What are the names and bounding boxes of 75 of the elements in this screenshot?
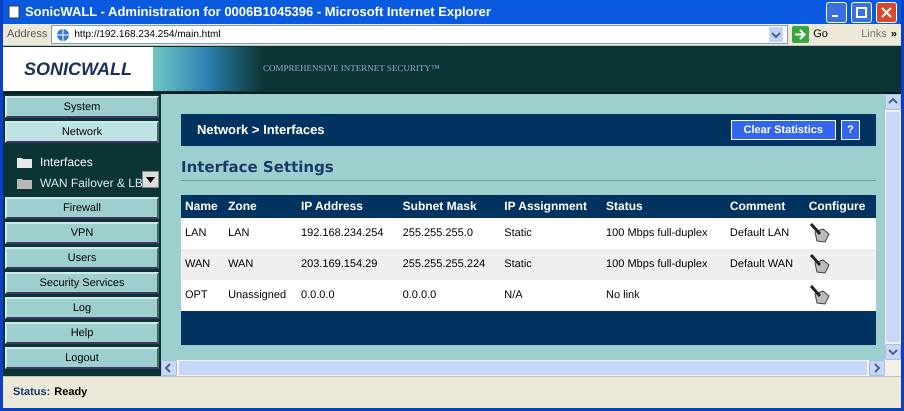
table-cell: N/A <box>500 280 602 310</box>
column-header: Zone <box>224 194 297 218</box>
scroll-right-button[interactable] <box>869 360 885 376</box>
scroll-left-button[interactable] <box>161 360 177 376</box>
column-header: Name <box>181 194 224 218</box>
column-header: Status <box>602 194 726 218</box>
nav-subitem[interactable]: WAN Failover & LB <box>17 174 161 192</box>
column-header: IP Address <box>296 194 399 218</box>
dropdown-icon[interactable] <box>769 27 784 42</box>
table-cell: Default WAN <box>726 248 805 280</box>
table-cell: 255.255.255.224 <box>398 248 500 280</box>
table-cell: No link <box>602 280 726 310</box>
table-cell: OPT <box>181 280 224 310</box>
table-cell: 203.169.154.29 <box>296 248 399 280</box>
table-cell: LAN <box>181 218 224 248</box>
sonicwall-logo: SONICWALL <box>24 58 132 80</box>
help-button[interactable]: ? <box>841 120 860 140</box>
wrench-icon[interactable] <box>808 284 831 306</box>
section-title: Interface Settings <box>181 156 876 180</box>
nav-button[interactable]: Security Services <box>5 272 159 294</box>
table-cell: Unassigned <box>224 280 297 310</box>
horizontal-scrollbar[interactable] <box>161 360 901 376</box>
column-header: IP Assignment <box>500 194 602 218</box>
table-cell: Default LAN <box>726 218 805 248</box>
window-title: SonicWALL - Administration for 0006B1045396 - Microsoft Internet Explorer <box>25 3 492 22</box>
folder-icon <box>17 177 32 189</box>
folder-icon <box>17 156 32 168</box>
table-cell: 192.168.234.254 <box>296 218 399 248</box>
links-button[interactable]: Links <box>861 26 887 43</box>
column-header: Subnet Mask <box>398 194 500 218</box>
nav-button[interactable]: Help <box>5 322 159 344</box>
close-icon <box>880 6 893 18</box>
table-cell: Static <box>500 248 602 280</box>
globe-icon <box>56 28 70 42</box>
maximize-button[interactable] <box>851 2 872 22</box>
column-header: Configure <box>804 194 876 218</box>
nav-button[interactable]: Users <box>5 247 159 269</box>
table-cell: 0.0.0.0 <box>398 280 500 310</box>
status-value: Ready <box>54 385 88 400</box>
nav-button[interactable]: Log <box>5 297 159 319</box>
triangle-down-icon <box>146 176 155 182</box>
chevron-button[interactable]: » <box>890 26 897 43</box>
address-field[interactable]: http://192.168.234.254/main.html <box>51 25 788 44</box>
column-header: Comment <box>726 194 805 218</box>
table-cell: WAN <box>224 248 297 280</box>
minimize-icon <box>832 15 838 17</box>
nav-subitem[interactable]: Interfaces <box>17 153 161 171</box>
status-label: Status: <box>13 385 50 400</box>
table-cell: 0.0.0.0 <box>296 280 399 310</box>
scroll-down-button[interactable] <box>142 171 159 188</box>
table-cell: 255.255.255.0 <box>398 218 500 248</box>
nav-button[interactable]: Firewall <box>5 197 159 219</box>
clear-statistics-button[interactable]: Clear Statistics <box>730 120 836 140</box>
wrench-icon[interactable] <box>808 253 831 275</box>
go-button[interactable]: Go <box>813 26 850 43</box>
address-label: Address <box>7 27 48 42</box>
page-title: Network > Interfaces <box>197 121 326 140</box>
page-icon <box>7 5 21 19</box>
banner-tagline: COMPREHENSIVE INTERNET SECURITY™ <box>263 62 440 76</box>
table-cell: 100 Mbps full-duplex <box>602 218 726 248</box>
go-arrow-icon[interactable] <box>792 26 810 43</box>
nav-button[interactable]: Network <box>5 121 159 143</box>
close-button[interactable] <box>876 2 897 22</box>
minimize-button[interactable] <box>826 2 847 22</box>
nav-button[interactable]: VPN <box>5 222 159 244</box>
scroll-up-button[interactable] <box>885 94 901 110</box>
maximize-icon <box>855 6 868 18</box>
nav-button[interactable]: System <box>5 96 159 118</box>
table-cell: 100 Mbps full-duplex <box>602 248 726 280</box>
table-cell: Static <box>500 218 602 248</box>
table-cell: WAN <box>181 248 224 280</box>
wrench-icon[interactable] <box>808 222 831 244</box>
vertical-scrollbar[interactable] <box>885 94 901 360</box>
table-cell: LAN <box>224 218 297 248</box>
nav-button[interactable]: Logout <box>5 347 159 369</box>
